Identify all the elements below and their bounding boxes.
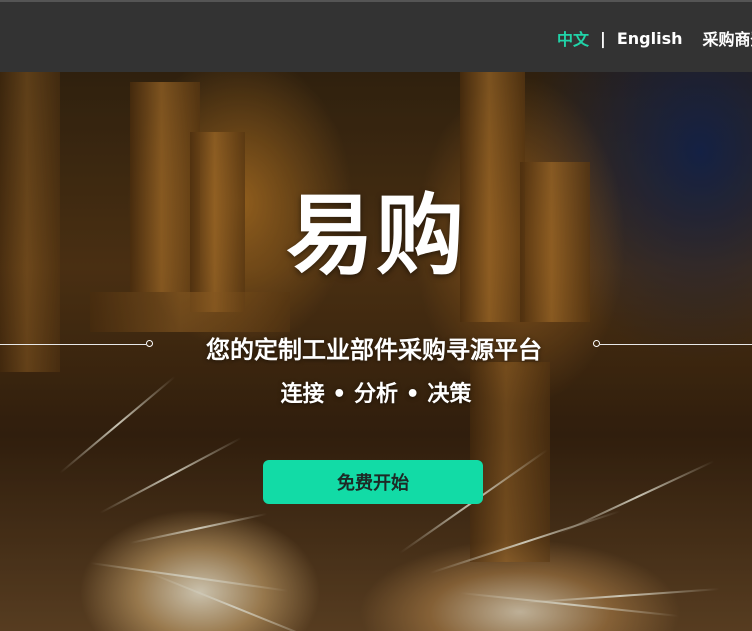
hero-title: 易购 [285,184,466,287]
top-navigation-bar: 中文 | English 采购商登 [0,0,752,72]
hero-tagline: 连接 • 分析 • 决策 [280,382,472,407]
nav-links: 中文 | English 采购商登 [557,26,752,50]
language-english-link[interactable]: English [617,29,683,48]
language-separator: | [600,28,606,48]
subtitle-ornament-left [146,340,153,347]
hero-subtitle: 您的定制工业部件采购寻源平台 [206,336,542,364]
hero-subtitle-row: 您的定制工业部件采购寻源平台 [0,330,752,364]
subtitle-ornament-right [593,340,600,347]
hero-banner: 易购 您的定制工业部件采购寻源平台 连接 • 分析 • 决策 免费开始 [0,72,752,631]
subtitle-divider-right [600,344,752,345]
buyer-login-link[interactable]: 采购商登 [703,26,752,50]
free-start-button[interactable]: 免费开始 [263,460,483,504]
subtitle-divider-left [0,344,146,345]
language-chinese-link[interactable]: 中文 [557,26,589,50]
